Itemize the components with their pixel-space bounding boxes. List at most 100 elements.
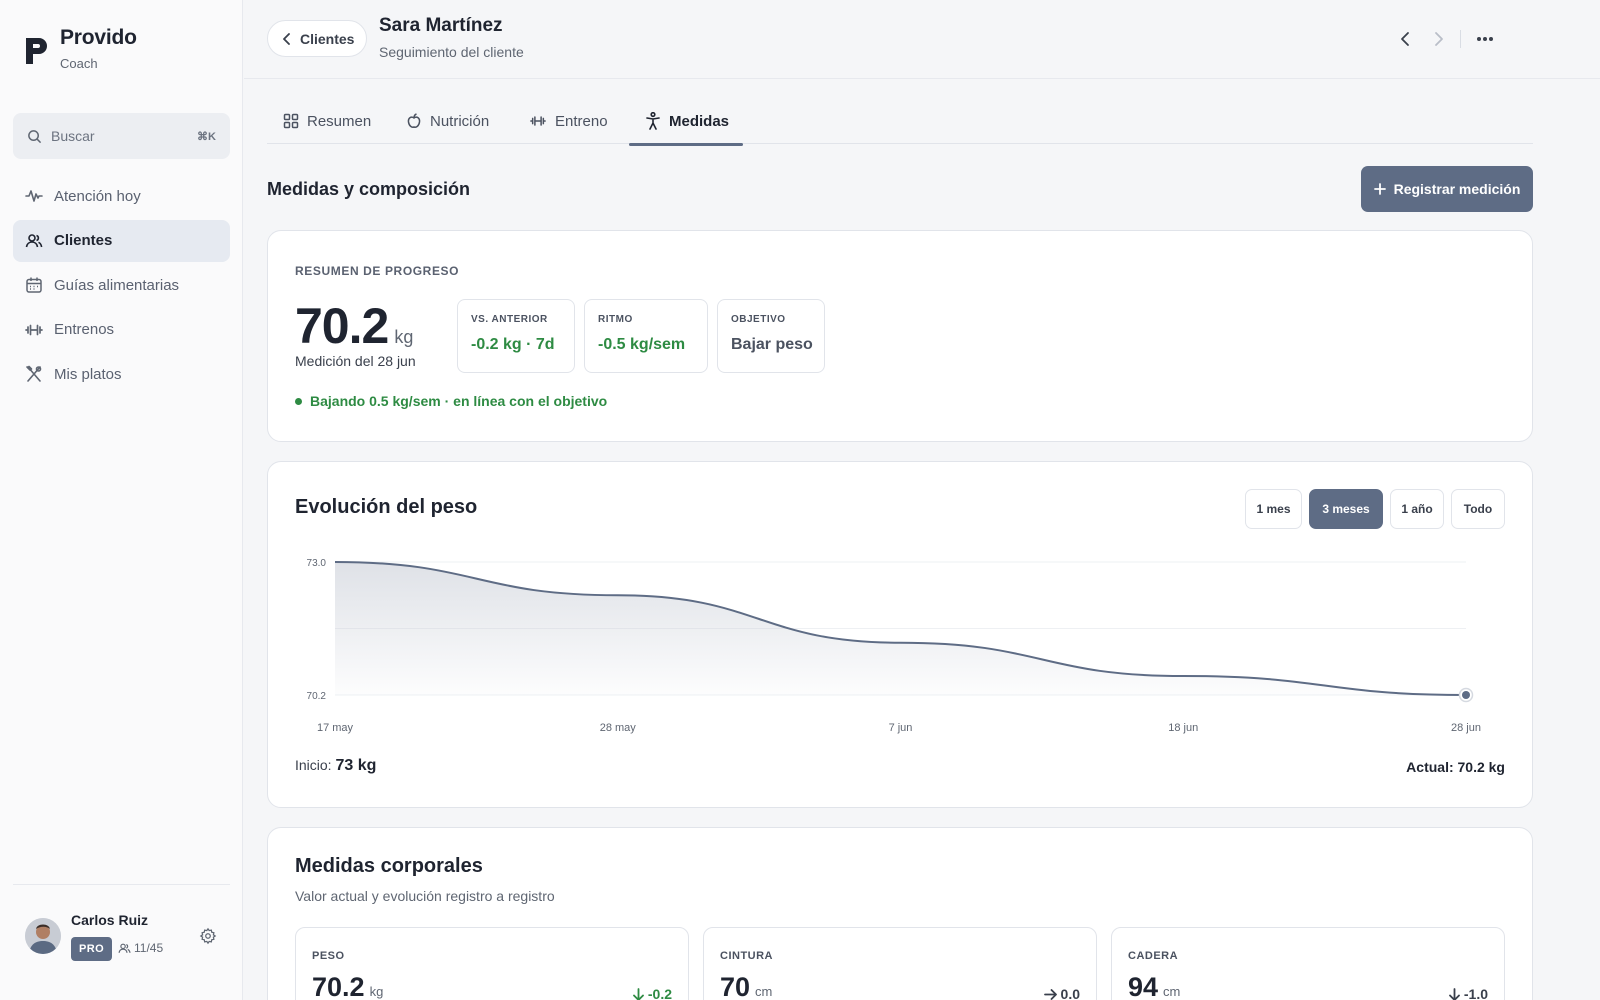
client-count: 11/45 [118,941,163,955]
register-measurement-button[interactable]: Registrar medición [1361,166,1533,212]
measure-unit: kg [369,984,384,999]
arrow-down-icon [632,987,644,1000]
brand: Provido Coach [24,26,137,71]
measure-card-cadera[interactable]: CADERA 94 cm -1.0 [1111,927,1505,1000]
chart-start-value: 73 kg [335,757,377,774]
measure-delta: -1.0 [1448,986,1488,1000]
search-input[interactable]: Buscar ⌘K [13,113,230,159]
weight-chart-card: Evolución del peso 1 mes 3 meses 1 año T… [267,461,1533,808]
stat-label: RITMO [598,314,633,325]
sidebar-item-atencion-hoy[interactable]: Atención hoy [13,175,230,217]
progress-summary-card: RESUMEN DE PROGRESO 70.2 kg Medición del… [267,230,1533,442]
current-weight-unit: kg [394,327,414,347]
previous-client-button[interactable] [1394,27,1418,51]
chevron-left-icon [283,32,290,45]
dumbbell-icon [24,320,44,340]
stat-value: Bajar peso [731,336,813,353]
users-icon [118,943,131,953]
chart-current: Actual: 70.2 kg [1406,759,1505,775]
measure-card-peso[interactable]: PESO 70.2 kg -0.2 [295,927,689,1000]
tab-label: Nutrición [430,112,490,130]
sidebar-item-label: Atención hoy [54,187,141,205]
body-measures-subtitle: Valor actual y evolución registro a regi… [295,888,555,904]
sidebar-item-label: Entrenos [54,321,115,338]
tab-entreno[interactable]: Entreno [529,98,608,144]
progress-status-text: Bajando 0.5 kg/sem · en línea con el obj… [310,393,608,409]
measure-value: 70.2 kg [312,972,383,1000]
gear-icon [199,927,217,945]
client-tabs: Resumen Nutrición Entreno Medidas [267,98,1533,146]
measure-card-cintura[interactable]: CINTURA 70 cm 0.0 [703,927,1097,1000]
section-title: Medidas y composición [267,179,471,199]
range-selector: 1 mes 3 meses 1 año Todo [1245,489,1505,529]
client-count-value: 11/45 [134,941,164,955]
measure-unit: cm [1163,984,1181,999]
stat-value: -0.5 kg/sem [598,336,686,353]
sidebar-item-guias-alimentarias[interactable]: Guías alimentarias [13,264,230,306]
more-options-button[interactable] [1473,27,1497,51]
stat-label: VS. ANTERIOR [471,314,548,325]
measure-value: 70 cm [720,972,772,1000]
apple-icon [407,113,421,128]
progress-eyebrow: RESUMEN DE PROGRESO [295,264,460,278]
search-placeholder: Buscar [51,128,95,144]
divider [1460,30,1461,48]
chart-start: Inicio: 73 kg [295,757,376,775]
body-measures-card: Medidas corporales Valor actual y evoluc… [267,827,1533,1000]
sidebar-item-mis-platos[interactable]: Mis platos [13,353,230,395]
y-tick-label: 73.0 [307,558,327,569]
x-tick-label: 7 jun [889,722,913,734]
measure-delta: 0.0 [1043,986,1080,1000]
status-dot [295,397,302,405]
sidebar-item-label: Guías alimentarias [54,276,180,294]
brand-logo [26,38,47,64]
tab-resumen[interactable]: Resumen [283,98,371,144]
users-icon [24,231,44,251]
tab-label: Medidas [669,112,730,130]
plus-icon [1373,183,1386,195]
sidebar-item-clientes[interactable]: Clientes [13,219,230,262]
grid-icon [283,113,299,129]
progress-status: Bajando 0.5 kg/sem · en línea con el obj… [295,393,607,409]
x-tick-label: 17 may [317,722,354,734]
tab-nutricion[interactable]: Nutrición [406,98,489,144]
next-client-button[interactable] [1426,27,1450,51]
measure-delta-value: -0.2 [647,986,672,1000]
avatar[interactable] [25,918,61,954]
back-button[interactable]: Clientes [267,20,368,57]
measure-label: CADERA [1128,950,1179,962]
search-icon [28,129,42,143]
page-subtitle: Seguimiento del cliente [379,44,524,60]
stat-goal: OBJETIVO Bajar peso [717,299,825,373]
tab-medidas[interactable]: Medidas [628,98,744,146]
register-measurement-label: Registrar medición [1393,181,1521,197]
sidebar-nav: Atención hoy Clientes Guías alimentarias… [13,175,230,398]
body-icon [646,112,660,130]
weight-chart: 73.0 70.2 17 may 28 may 7 jun 18 jun 28 jun [307,558,1481,734]
measure-label: CINTURA [720,950,773,962]
latest-point [1462,691,1470,699]
user-name: Carlos Ruiz [71,912,149,928]
settings-button[interactable] [199,927,217,950]
x-tick-label: 28 jun [1451,722,1481,734]
sidebar-item-entrenos[interactable]: Entrenos [13,309,230,351]
range-3-months[interactable]: 3 meses [1309,489,1383,529]
calendar-icon [24,275,44,295]
brand-name: Provido [60,26,137,49]
tab-label: Entreno [555,112,608,130]
range-all[interactable]: Todo [1451,489,1505,529]
body-measures-title: Medidas corporales [295,855,483,877]
measure-delta-value: 0.0 [1060,986,1080,1000]
measure-unit: cm [755,984,773,999]
x-tick-label: 28 may [600,722,637,734]
stat-label: OBJETIVO [731,314,786,325]
chart-title: Evolución del peso [295,496,478,518]
arrow-down-icon [1448,987,1460,1000]
y-tick-label: 70.2 [307,691,327,702]
measure-number: 70.2 [312,972,365,1000]
dumbbell-icon [530,116,546,126]
page-title: Sara Martínez [379,15,503,36]
range-1-year[interactable]: 1 año [1390,489,1444,529]
sidebar: Provido Coach Buscar ⌘K Atención hoy Cli… [0,0,243,1000]
range-1-month[interactable]: 1 mes [1245,489,1302,529]
